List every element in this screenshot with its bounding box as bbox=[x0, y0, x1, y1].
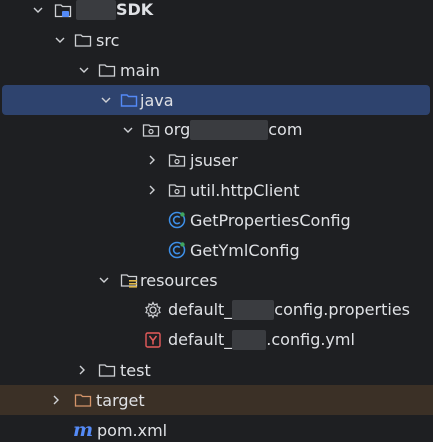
folder-icon bbox=[98, 61, 116, 79]
tree-node-src[interactable]: src bbox=[0, 25, 433, 55]
chevron-down-icon[interactable] bbox=[76, 62, 92, 78]
tree-node-label: default_ .config.yml bbox=[168, 329, 355, 351]
java-class-icon bbox=[168, 211, 186, 229]
java-class-icon bbox=[168, 241, 186, 259]
tree-node-label: default_ config.properties bbox=[168, 299, 410, 321]
redacted-text bbox=[190, 120, 269, 141]
chevron-down-icon[interactable] bbox=[96, 272, 112, 288]
redacted-text bbox=[76, 0, 116, 21]
package-icon bbox=[142, 121, 160, 139]
tree-node-class-getymlconfig[interactable]: GetYmlConfig bbox=[0, 235, 433, 265]
tree-node-pom-xml[interactable]: m pom.xml bbox=[0, 415, 433, 442]
redacted-text bbox=[232, 330, 267, 351]
tree-node-class-getpropertiesconfig[interactable]: GetPropertiesConfig bbox=[0, 205, 433, 235]
maven-icon: m bbox=[72, 419, 94, 441]
tree-node-label: java bbox=[140, 90, 174, 110]
chevron-down-icon[interactable] bbox=[52, 32, 68, 48]
tree-node-package-util-httpclient[interactable]: util.httpClient bbox=[0, 175, 433, 205]
tree-node-main[interactable]: main bbox=[0, 55, 433, 85]
tree-node-label: main bbox=[120, 60, 160, 80]
tree-node-label: test bbox=[120, 360, 151, 380]
yaml-file-icon bbox=[144, 331, 162, 349]
tree-node-label: jsuser bbox=[190, 150, 238, 170]
project-tree: SDK src main java org com jsuser util.ht… bbox=[0, 0, 433, 442]
chevron-right-icon[interactable] bbox=[48, 392, 64, 408]
folder-icon bbox=[74, 31, 92, 49]
tree-node-resources[interactable]: resources bbox=[0, 265, 433, 295]
chevron-down-icon[interactable] bbox=[98, 92, 114, 108]
tree-node-test[interactable]: test bbox=[0, 355, 433, 385]
tree-node-label: target bbox=[96, 390, 145, 410]
tree-node-target[interactable]: target bbox=[0, 385, 433, 415]
redacted-text bbox=[232, 300, 275, 321]
package-icon bbox=[168, 151, 186, 169]
properties-gear-icon bbox=[144, 301, 162, 319]
tree-node-file-properties[interactable]: default_ config.properties bbox=[0, 295, 433, 325]
chevron-right-icon[interactable] bbox=[144, 152, 160, 168]
tree-node-package-org[interactable]: org com bbox=[0, 115, 433, 145]
chevron-down-icon[interactable] bbox=[120, 122, 136, 138]
tree-node-label: src bbox=[96, 30, 120, 50]
tree-node-label: pom.xml bbox=[97, 420, 168, 440]
module-folder-icon bbox=[54, 1, 72, 19]
chevron-right-icon[interactable] bbox=[144, 182, 160, 198]
source-root-folder-icon bbox=[120, 91, 138, 109]
tree-node-label: util.httpClient bbox=[190, 180, 300, 200]
tree-node-package-jsuser[interactable]: jsuser bbox=[0, 145, 433, 175]
tree-node-label: org com bbox=[164, 119, 303, 141]
resources-folder-icon bbox=[120, 271, 138, 289]
chevron-right-icon[interactable] bbox=[74, 362, 90, 378]
package-icon bbox=[168, 181, 186, 199]
excluded-folder-icon bbox=[74, 391, 92, 409]
tree-node-label: SDK bbox=[76, 0, 153, 21]
tree-node-java[interactable]: java bbox=[2, 85, 430, 115]
folder-icon bbox=[98, 361, 116, 379]
chevron-down-icon[interactable] bbox=[30, 2, 46, 18]
tree-node-label: GetYmlConfig bbox=[190, 240, 300, 260]
tree-node-file-yml[interactable]: default_ .config.yml bbox=[0, 325, 433, 355]
tree-node-sdk-module[interactable]: SDK bbox=[0, 0, 433, 25]
tree-node-label: resources bbox=[140, 270, 218, 290]
tree-node-label: GetPropertiesConfig bbox=[190, 210, 351, 230]
